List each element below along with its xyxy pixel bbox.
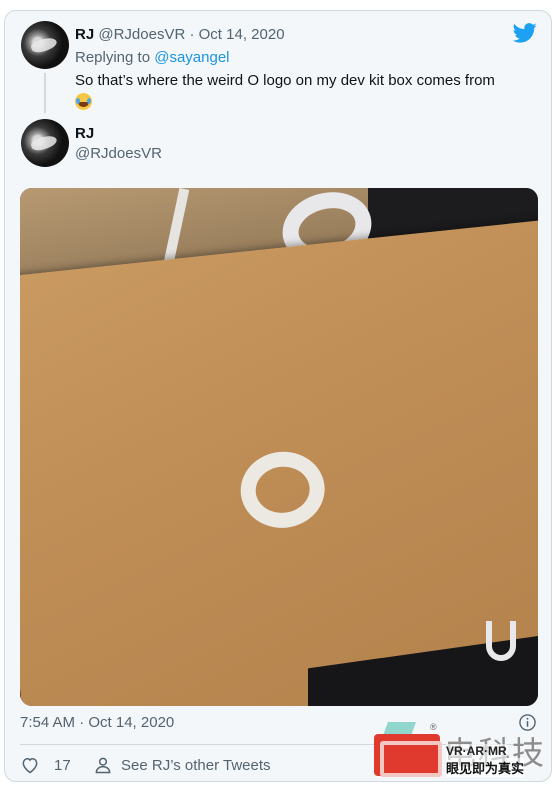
embedded-tweet-card[interactable]: RJ @RJdoesVR · Oct 14, 2020 Replying to …	[4, 10, 552, 782]
replying-to-mention-link[interactable]: @sayangel	[154, 49, 229, 66]
watermark-tagline-cn: 眼见即为真实	[446, 758, 525, 777]
like-button[interactable]: 17	[20, 754, 71, 776]
heart-icon[interactable]	[20, 755, 40, 775]
reply-tweet-body: So that’s where the weird O logo on my d…	[75, 72, 495, 89]
photo-controller-bottom	[486, 621, 516, 661]
reply-date-separator: ·	[185, 26, 199, 43]
tweet-photo[interactable]	[20, 188, 538, 706]
twitter-bird-icon[interactable]	[513, 23, 537, 43]
reply-author-name[interactable]: RJ	[75, 26, 94, 43]
watermark-tagline-vr: VR·AR·MR	[446, 744, 507, 758]
main-author-name[interactable]: RJ	[75, 125, 94, 142]
reply-author-avatar[interactable]	[21, 21, 69, 69]
reply-author-handle[interactable]: @RJdoesVR	[98, 26, 185, 43]
see-other-tweets-link[interactable]: See RJ’s other Tweets	[93, 754, 271, 776]
main-author-avatar[interactable]	[21, 119, 69, 167]
o-logo-ring	[236, 447, 329, 532]
like-count: 17	[54, 756, 71, 774]
site-watermark: ® 电科技 VR·AR·MR 眼见即为真实	[372, 718, 556, 782]
watermark-registered-mark: ®	[430, 722, 437, 732]
replying-to-line: Replying to @sayangel	[75, 49, 230, 66]
reply-tweet-text: So that’s where the weird O logo on my d…	[75, 71, 545, 113]
tweet-timestamp-link[interactable]: 7:54 AM · Oct 14, 2020	[20, 714, 174, 731]
reply-tweet-date[interactable]: Oct 14, 2020	[199, 26, 285, 43]
person-icon	[95, 757, 111, 774]
thread-connector-line	[44, 73, 46, 113]
see-other-tweets-label[interactable]: See RJ’s other Tweets	[121, 757, 271, 774]
watermark-logo-block	[374, 734, 442, 777]
replying-to-label: Replying to	[75, 49, 155, 66]
reply-tweet-header: RJ @RJdoesVR · Oct 14, 2020	[75, 26, 285, 43]
photo-cardboard-box	[20, 218, 538, 706]
main-author-handle[interactable]: @RJdoesVR	[75, 145, 162, 162]
face-with-tears-of-joy-icon	[75, 93, 92, 110]
